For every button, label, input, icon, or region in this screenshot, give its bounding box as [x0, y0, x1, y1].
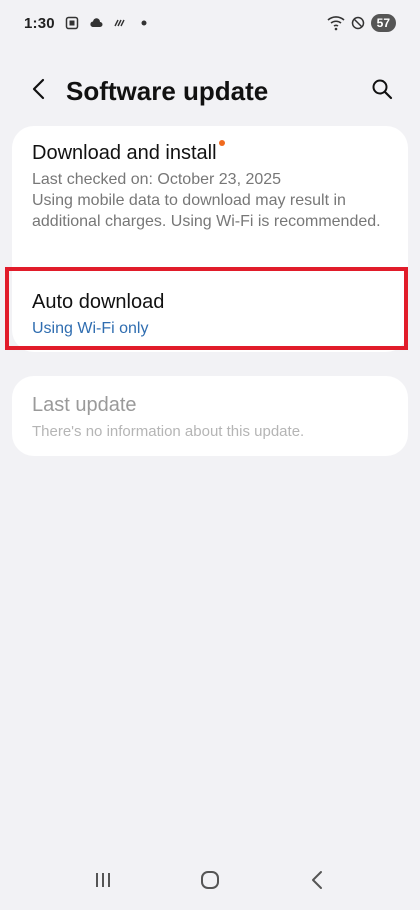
auto-download-item[interactable]: Auto download Using Wi-Fi only: [12, 273, 408, 339]
app-header: Software update: [0, 66, 420, 116]
weather-icon: [113, 16, 127, 30]
notification-dot-icon: [218, 140, 225, 146]
back-icon: [309, 870, 325, 895]
status-bar: 1:30 57: [0, 0, 420, 46]
cloud-icon: [89, 16, 103, 30]
auto-download-subtitle: Using Wi-Fi only: [32, 320, 149, 337]
back-arrow-icon: [30, 78, 50, 105]
nav-back-button[interactable]: [297, 862, 337, 902]
screenshot-icon: [65, 16, 79, 30]
status-left: 1:30: [24, 15, 151, 32]
download-install-item[interactable]: Download and install Last checked on: Oc…: [12, 126, 408, 232]
page-title: Software update: [66, 75, 269, 106]
navigation-bar: [0, 854, 420, 910]
download-install-subtitle: Last checked on: October 23, 2025 Using …: [32, 169, 388, 232]
recents-button[interactable]: [83, 862, 123, 902]
last-checked-text: Last checked on: October 23, 2025: [32, 171, 282, 188]
recents-icon: [93, 871, 113, 894]
last-update-title: Last update: [32, 394, 137, 416]
search-button[interactable]: [364, 73, 400, 109]
update-options-card: Download and install Last checked on: Oc…: [12, 126, 408, 352]
home-icon: [200, 870, 220, 895]
home-button[interactable]: [190, 862, 230, 902]
download-install-title: Download and install: [32, 140, 225, 165]
status-time: 1:30: [24, 14, 55, 32]
wifi-icon: [327, 15, 345, 31]
last-update-card: Last update There's no information about…: [12, 376, 408, 456]
status-right: 57: [327, 14, 396, 32]
search-icon: [371, 78, 393, 105]
battery-icon: 57: [370, 14, 396, 32]
auto-download-title: Auto download: [32, 291, 165, 313]
last-update-subtitle: There's no information about this update…: [32, 423, 305, 440]
dot-icon: [137, 16, 151, 30]
last-update-item: Last update There's no information about…: [12, 376, 408, 442]
mobile-data-warning-text: Using mobile data to download may result…: [32, 192, 381, 230]
do-not-disturb-icon: [351, 16, 365, 30]
back-button[interactable]: [24, 75, 56, 107]
